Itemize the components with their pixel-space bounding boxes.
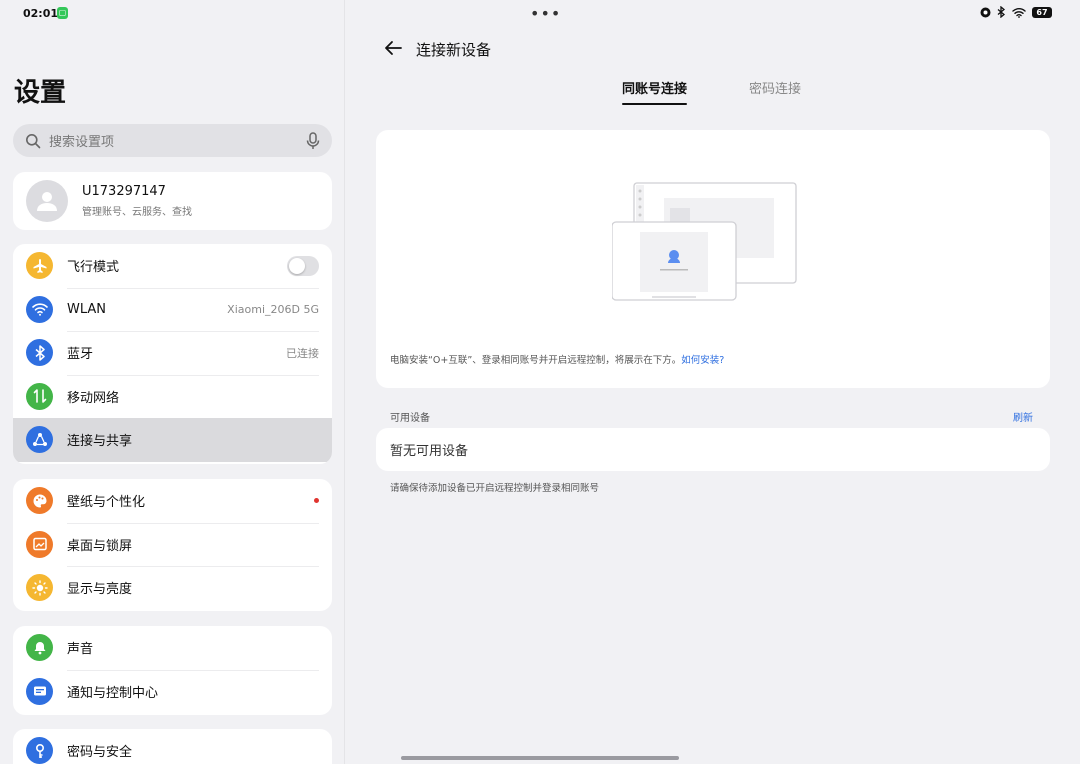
refresh-button[interactable]: 刷新 xyxy=(1013,409,1033,424)
wifi-icon xyxy=(26,295,53,323)
how-to-install-link[interactable]: 如何安装? xyxy=(681,355,724,366)
wlan-network-name: Xiaomi_206D 5G xyxy=(227,302,319,316)
sidebar-item-label: WLAN xyxy=(67,301,107,317)
sidebar-item-label: 桌面与锁屏 xyxy=(67,538,133,554)
sidebar-item-connection-sharing[interactable]: 连接与共享 xyxy=(13,418,332,462)
sidebar-item-label: 壁纸与个性化 xyxy=(67,495,146,511)
bluetooth-status-icon xyxy=(997,6,1006,18)
settings-pane: 02:01 ▢ 设置 搜索设置项 U173297147 管理账号、云服务、查找 xyxy=(0,0,345,764)
tab-same-account[interactable]: 同账号连接 xyxy=(622,78,688,105)
search-icon xyxy=(26,133,41,148)
devices-illustration xyxy=(612,182,797,301)
airplane-mode-toggle[interactable] xyxy=(287,255,319,276)
sidebar-item-wallpaper[interactable]: 壁纸与个性化 xyxy=(13,479,332,523)
palette-icon xyxy=(26,487,53,515)
sidebar-item-label: 飞行模式 xyxy=(67,260,120,276)
available-devices-list: 暂无可用设备 xyxy=(376,428,1050,471)
sidebar-item-password-security[interactable]: 密码与安全 xyxy=(13,729,332,764)
sidebar-item-desktop-lockscreen[interactable]: 桌面与锁屏 xyxy=(13,522,332,567)
account-subtitle: 管理账号、云服务、查找 xyxy=(82,207,192,218)
settings-group-security: 密码与安全 xyxy=(13,729,332,764)
status-icons: 67 xyxy=(980,6,1052,18)
bluetooth-icon xyxy=(26,339,53,367)
sidebar-item-label: 移动网络 xyxy=(67,390,120,406)
empty-devices-text: 暂无可用设备 xyxy=(390,444,469,459)
brightness-icon xyxy=(26,574,53,602)
sidebar-item-sound[interactable]: 声音 xyxy=(13,626,332,670)
bell-icon xyxy=(26,634,53,662)
battery-indicator: 67 xyxy=(1032,6,1052,18)
key-icon xyxy=(26,737,53,764)
status-time: 02:01 xyxy=(23,7,59,20)
sidebar-item-label: 蓝牙 xyxy=(67,347,94,363)
user-icon xyxy=(37,192,57,211)
available-devices-label: 可用设备 xyxy=(390,413,430,424)
page-header-title: 连接新设备 xyxy=(416,41,492,59)
focus-icon xyxy=(980,7,991,17)
multitask-handle[interactable]: ••• xyxy=(530,4,561,23)
back-arrow-icon[interactable] xyxy=(383,38,403,58)
sidebar-item-notification-center[interactable]: 通知与控制中心 xyxy=(13,669,332,714)
desktop-icon xyxy=(26,530,53,558)
sidebar-item-label: 密码与安全 xyxy=(67,745,133,761)
settings-group-personalization: 壁纸与个性化 桌面与锁屏 显示与亮度 xyxy=(13,479,332,611)
sidebar-item-mobile-network[interactable]: 移动网络 xyxy=(13,374,332,419)
info-text-row: 电脑安装“O+互联”、登录相同账号并开启远程控制，将展示在下方。如何安装? xyxy=(390,352,724,366)
account-name: U173297147 xyxy=(82,184,166,199)
settings-group-network: 飞行模式 WLAN Xiaomi_206D 5G 蓝牙 已连接 移动网络 连接与… xyxy=(13,244,332,464)
share-icon xyxy=(26,426,53,454)
sidebar-item-label: 连接与共享 xyxy=(67,434,133,450)
info-text: 电脑安装“O+互联”、登录相同账号并开启远程控制，将展示在下方。 xyxy=(390,355,682,366)
search-input[interactable]: 搜索设置项 xyxy=(13,124,332,157)
hint-text: 请确保待添加设备已开启远程控制并登录相同账号 xyxy=(390,483,600,494)
bluetooth-status: 已连接 xyxy=(286,346,319,360)
wechat-icon: ▢ xyxy=(57,7,68,19)
notification-icon xyxy=(26,677,53,705)
airplane-icon xyxy=(26,252,53,280)
sidebar-item-airplane-mode[interactable]: 飞行模式 xyxy=(13,244,332,288)
home-indicator[interactable] xyxy=(401,756,679,760)
sidebar-item-label: 声音 xyxy=(67,642,94,658)
account-card[interactable]: U173297147 管理账号、云服务、查找 xyxy=(13,172,332,230)
sidebar-item-wlan[interactable]: WLAN Xiaomi_206D 5G xyxy=(13,287,332,332)
connection-info-card: 电脑安装“O+互联”、登录相同账号并开启远程控制，将展示在下方。如何安装? xyxy=(376,130,1050,388)
sidebar-item-bluetooth[interactable]: 蓝牙 已连接 xyxy=(13,331,332,375)
new-badge xyxy=(314,498,319,504)
avatar xyxy=(26,180,68,222)
sidebar-item-label: 显示与亮度 xyxy=(67,582,133,598)
sidebar-item-label: 通知与控制中心 xyxy=(67,685,159,701)
microphone-icon[interactable] xyxy=(306,131,320,150)
tab-password[interactable]: 密码连接 xyxy=(749,78,801,97)
settings-group-notifications: 声音 通知与控制中心 xyxy=(13,626,332,715)
search-placeholder: 搜索设置项 xyxy=(49,135,115,150)
page-title: 设置 xyxy=(14,78,67,108)
wifi-status-icon xyxy=(1012,7,1026,18)
mobile-data-icon xyxy=(26,382,53,410)
sidebar-item-display-brightness[interactable]: 显示与亮度 xyxy=(13,566,332,610)
